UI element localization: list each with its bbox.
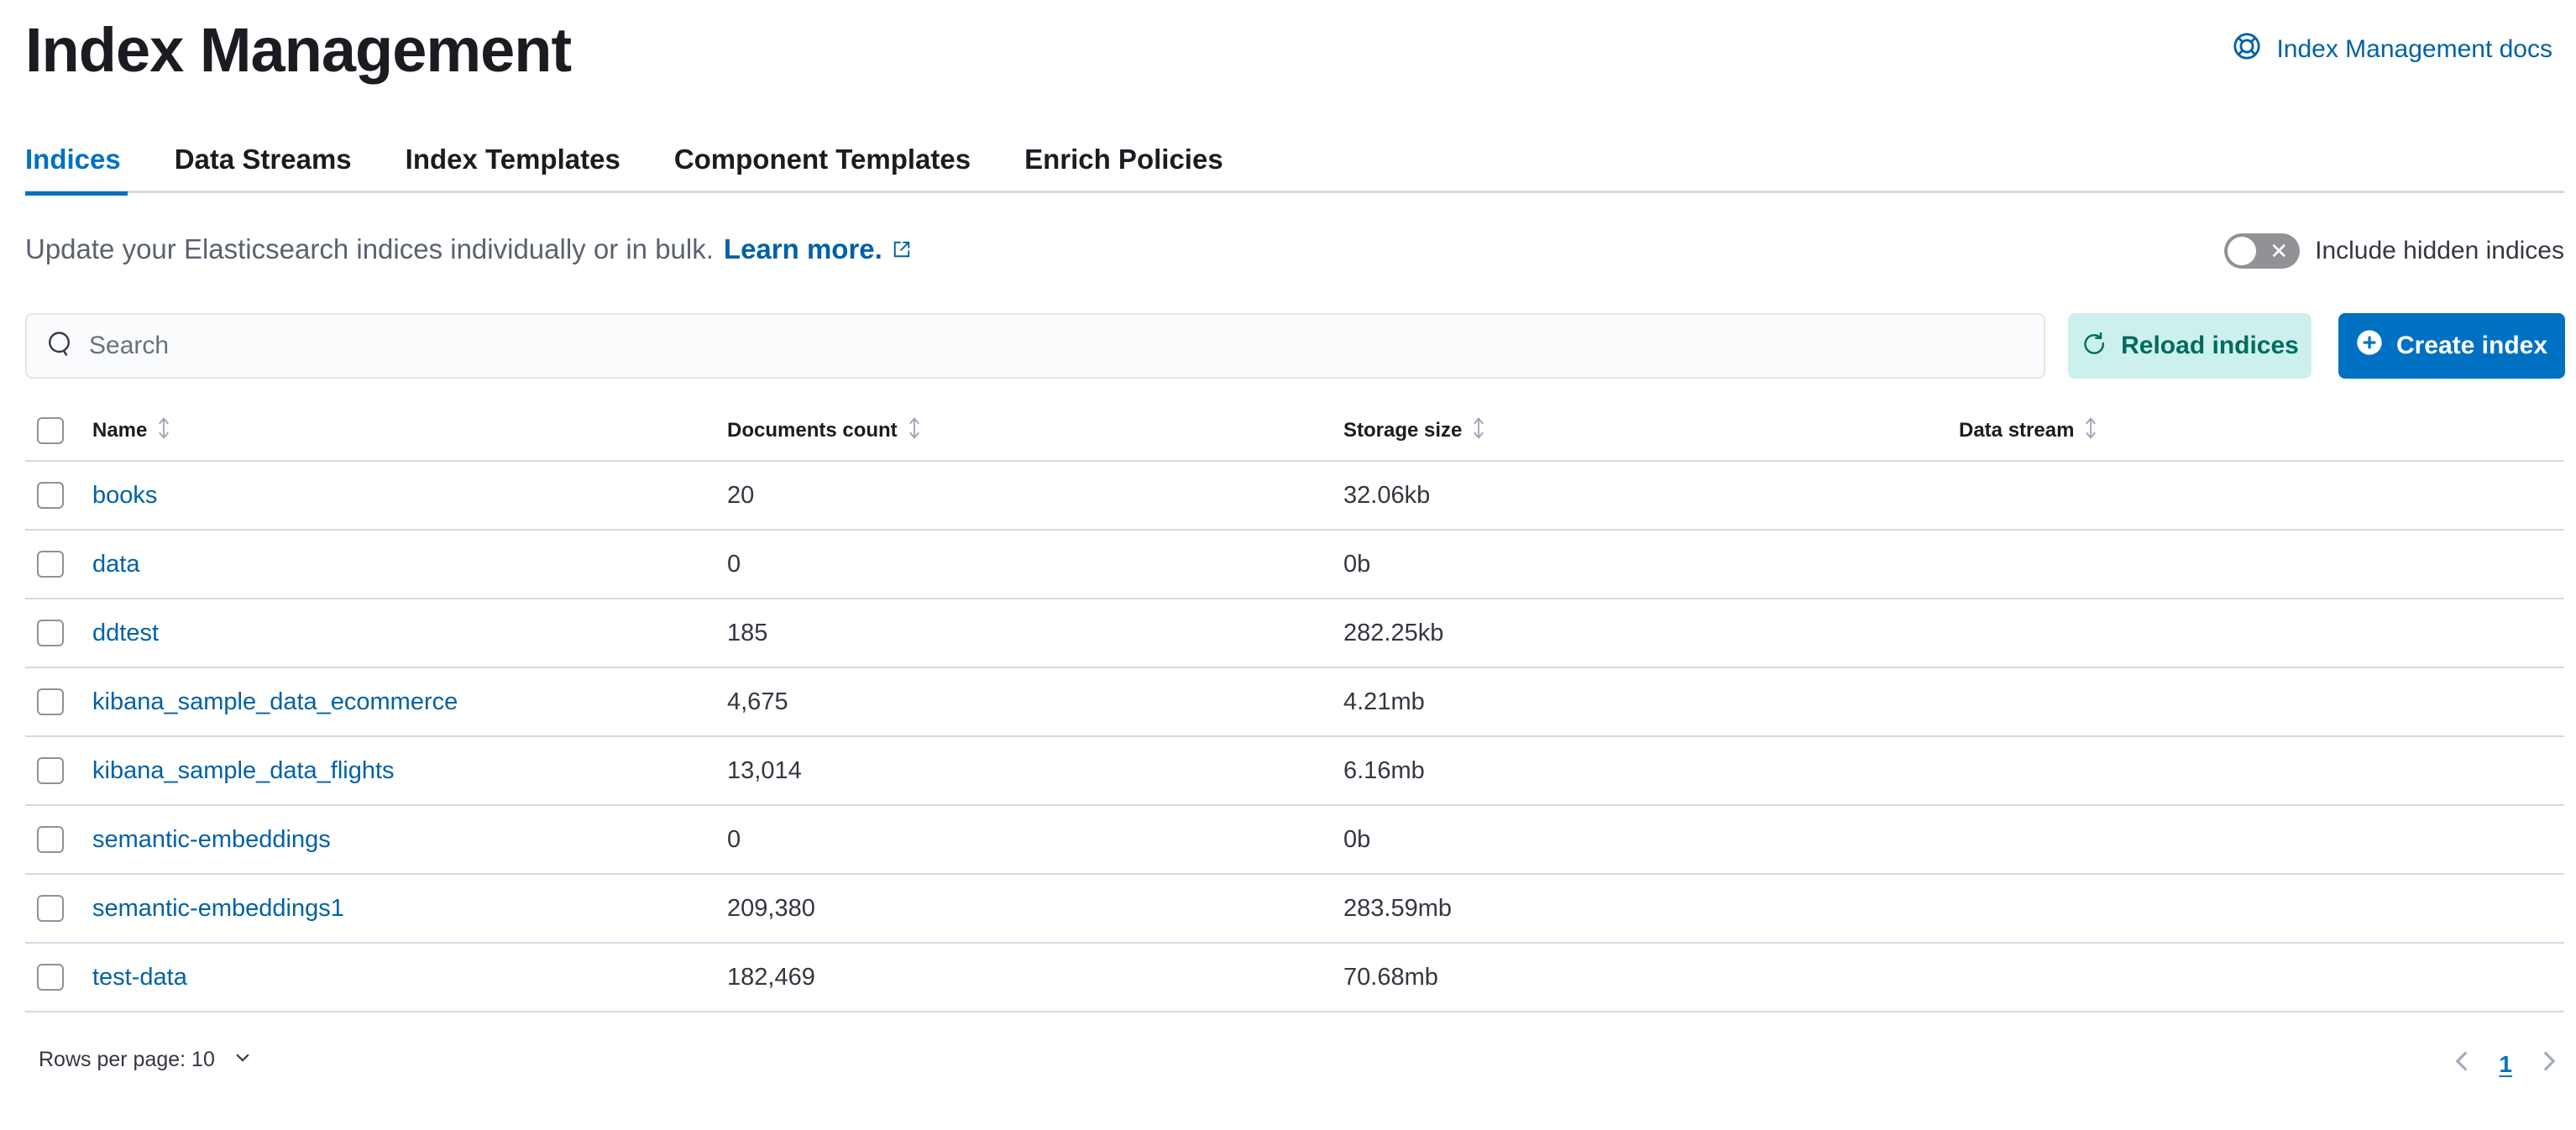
- external-link-icon: [893, 233, 911, 265]
- row-checkbox[interactable]: [37, 895, 64, 922]
- docs-link-label: Index Management docs: [2276, 35, 2552, 63]
- storage-size: 0b: [1343, 550, 1371, 578]
- indices-table: Name Documents count Storage size Data s…: [25, 401, 2564, 1012]
- table-row: ddtest 185 282.25kb: [25, 599, 2564, 668]
- table-row: semantic-embeddings 0 0b: [25, 806, 2564, 875]
- row-checkbox[interactable]: [37, 482, 64, 509]
- documents-count: 182,469: [727, 963, 815, 991]
- sort-icon: [2082, 416, 2099, 446]
- search-input[interactable]: [89, 332, 2044, 360]
- documents-count: 0: [727, 550, 741, 578]
- index-name-link[interactable]: test-data: [92, 964, 187, 991]
- chevron-left-icon: [2455, 1051, 2468, 1071]
- index-name-link[interactable]: data: [92, 551, 139, 578]
- row-checkbox[interactable]: [37, 826, 64, 853]
- create-index-label: Create index: [2395, 332, 2548, 359]
- page-description: Update your Elasticsearch indices indivi…: [25, 233, 911, 265]
- include-hidden-toggle-group: ✕ Include hidden indices: [2224, 233, 2564, 269]
- row-checkbox[interactable]: [37, 757, 64, 784]
- chevron-down-icon: [233, 1048, 252, 1072]
- table-row: test-data 182,469 70.68mb: [25, 944, 2564, 1012]
- table-header: Name Documents count Storage size Data s…: [25, 401, 2564, 462]
- documents-count: 185: [727, 619, 768, 646]
- storage-size: 4.21mb: [1343, 688, 1425, 715]
- row-checkbox[interactable]: [37, 620, 64, 646]
- next-page-button[interactable]: [2541, 1049, 2558, 1080]
- reload-indices-button[interactable]: Reload indices: [2068, 313, 2312, 379]
- lifebuoy-icon: [2233, 32, 2261, 67]
- table-row: kibana_sample_data_flights 13,014 6.16mb: [25, 737, 2564, 806]
- row-checkbox[interactable]: [37, 964, 64, 991]
- search-icon: [45, 329, 76, 364]
- create-index-button[interactable]: Create index: [2338, 313, 2565, 379]
- documents-count: 209,380: [727, 894, 815, 922]
- learn-more-label: Learn more.: [723, 233, 882, 264]
- pagination: 1: [2453, 1049, 2558, 1080]
- sort-icon: [155, 416, 172, 446]
- table-row: semantic-embeddings1 209,380 283.59mb: [25, 875, 2564, 944]
- table-row: data 0 0b: [25, 531, 2564, 599]
- tab-component-templates[interactable]: Component Templates: [674, 126, 971, 193]
- row-checkbox[interactable]: [37, 551, 64, 578]
- storage-size: 6.16mb: [1343, 756, 1425, 784]
- page-title: Index Management: [25, 15, 572, 85]
- column-header-label: Storage size: [1343, 419, 1463, 442]
- index-name-link[interactable]: kibana_sample_data_ecommerce: [92, 688, 458, 716]
- index-name-link[interactable]: semantic-embeddings1: [92, 895, 344, 923]
- index-name-link[interactable]: books: [92, 482, 157, 510]
- learn-more-link[interactable]: Learn more.: [724, 233, 911, 265]
- documents-count: 0: [727, 825, 741, 853]
- storage-size: 283.59mb: [1343, 894, 1452, 922]
- reload-indices-label: Reload indices: [2121, 332, 2299, 359]
- tab-index-templates[interactable]: Index Templates: [406, 126, 620, 193]
- rows-per-page-label: Rows per page: 10: [39, 1048, 215, 1071]
- previous-page-button[interactable]: [2453, 1049, 2470, 1080]
- tab-bar: Indices Data Streams Index Templates Com…: [25, 126, 2564, 196]
- storage-size: 0b: [1343, 825, 1371, 853]
- index-name-link[interactable]: kibana_sample_data_flights: [92, 757, 395, 785]
- index-name-link[interactable]: semantic-embeddings: [92, 826, 331, 854]
- sort-icon: [1470, 416, 1487, 446]
- search-box: [25, 313, 2045, 379]
- include-hidden-label: Include hidden indices: [2315, 237, 2564, 264]
- plus-circle-icon: [2356, 329, 2383, 363]
- storage-size: 70.68mb: [1343, 963, 1438, 991]
- table-row: kibana_sample_data_ecommerce 4,675 4.21m…: [25, 668, 2564, 737]
- column-header-storage-size[interactable]: Storage size: [1343, 416, 1487, 446]
- docs-link[interactable]: Index Management docs: [2233, 32, 2552, 67]
- column-header-name[interactable]: Name: [92, 416, 172, 446]
- table-row: books 20 32.06kb: [25, 462, 2564, 531]
- column-header-documents-count[interactable]: Documents count: [727, 416, 923, 446]
- documents-count: 13,014: [727, 756, 802, 784]
- tab-enrich-policies[interactable]: Enrich Policies: [1024, 126, 1223, 193]
- chevron-right-icon: [2543, 1051, 2556, 1071]
- switch-knob: [2226, 235, 2259, 267]
- rows-per-page-selector[interactable]: Rows per page: 10: [39, 1048, 252, 1072]
- row-checkbox[interactable]: [37, 688, 64, 715]
- storage-size: 282.25kb: [1343, 619, 1444, 646]
- column-header-label: Data stream: [1959, 419, 2075, 442]
- sort-icon: [906, 416, 923, 446]
- documents-count: 4,675: [727, 688, 788, 715]
- cross-icon: ✕: [2270, 238, 2289, 264]
- tab-indices[interactable]: Indices: [25, 126, 128, 196]
- index-name-link[interactable]: ddtest: [92, 620, 159, 647]
- tab-data-streams[interactable]: Data Streams: [175, 126, 352, 193]
- column-header-label: Name: [92, 419, 148, 442]
- description-text: Update your Elasticsearch indices indivi…: [25, 233, 714, 264]
- column-header-data-stream[interactable]: Data stream: [1959, 416, 2099, 446]
- include-hidden-switch[interactable]: ✕: [2224, 233, 2301, 269]
- page-number-button[interactable]: 1: [2499, 1051, 2512, 1078]
- select-all-checkbox[interactable]: [37, 417, 64, 444]
- refresh-icon: [2081, 329, 2107, 363]
- storage-size: 32.06kb: [1343, 481, 1431, 509]
- documents-count: 20: [727, 481, 755, 509]
- column-header-label: Documents count: [727, 419, 898, 442]
